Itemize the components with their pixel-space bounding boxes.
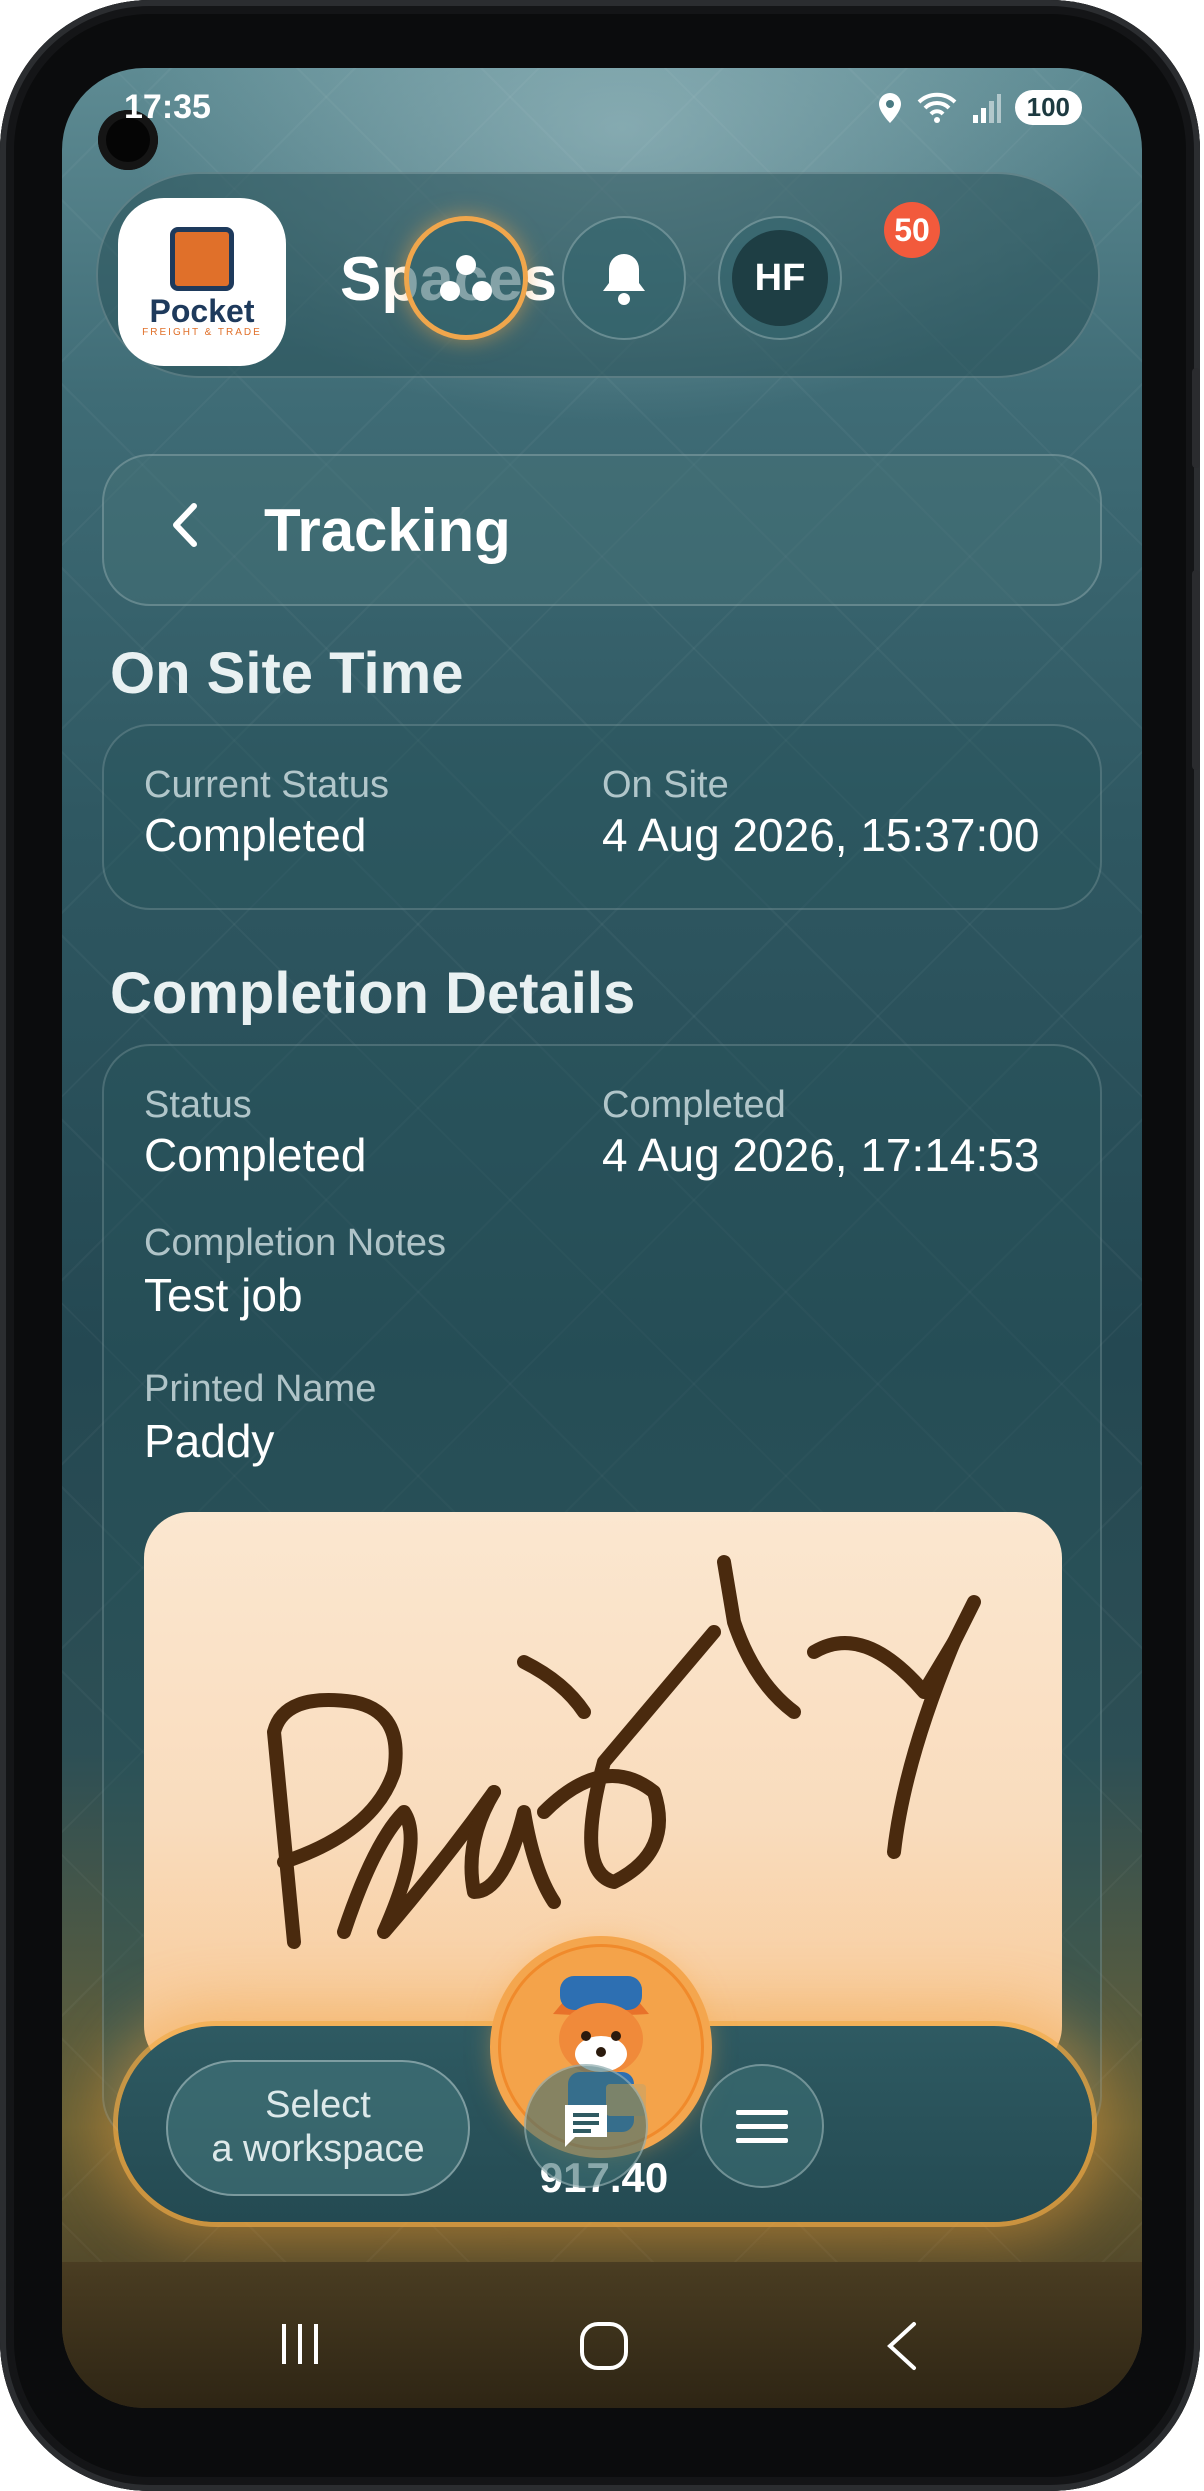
menu-button[interactable] (700, 2064, 824, 2188)
chat-button[interactable] (524, 2064, 648, 2188)
on-site-value: 4 Aug 2026, 15:37:00 (602, 809, 1040, 861)
power-button (1192, 570, 1200, 770)
printed-name-label: Printed Name (144, 1368, 377, 1410)
signal-icon (972, 93, 1001, 123)
menu-icon (736, 2110, 788, 2143)
completion-notes-label: Completion Notes (144, 1222, 447, 1264)
logo-subtext: FREIGHT & TRADE (142, 326, 262, 338)
back-icon[interactable] (882, 2320, 922, 2377)
completed-value: 4 Aug 2026, 17:14:53 (602, 1129, 1040, 1181)
status-time: 17:35 (124, 88, 211, 126)
battery-level: 100 (1014, 90, 1082, 125)
location-icon (878, 92, 901, 123)
completed-label: Completed (602, 1084, 786, 1126)
completion-notes-value: Test job (144, 1269, 303, 1321)
back-chevron-icon[interactable] (170, 498, 200, 563)
bell-icon (603, 254, 645, 305)
current-status-value: Completed (144, 809, 367, 861)
status-label: Status (144, 1084, 252, 1126)
current-status-label: Current Status (144, 764, 389, 806)
printed-name-value: Paddy (144, 1415, 275, 1467)
tracking-bar (102, 454, 1102, 606)
status-value: Completed (144, 1129, 367, 1181)
app-logo[interactable]: Pocket FREIGHT & TRADE (118, 198, 286, 366)
volume-button (1192, 368, 1200, 468)
on-site-label: On Site (602, 764, 729, 806)
home-icon[interactable] (578, 2320, 630, 2377)
completion-section-title: Completion Details (110, 961, 636, 1026)
spaces-button[interactable] (404, 216, 528, 340)
groups-icon (440, 255, 492, 301)
screen: 17:35 100 Pocket FREIGHT & TRADE Spaces … (62, 68, 1142, 2408)
notifications-button[interactable] (562, 216, 686, 340)
logo-text: Pocket (149, 292, 255, 329)
profile-button[interactable]: HF (718, 216, 842, 340)
tracking-title: Tracking (264, 497, 511, 564)
notification-badge: 50 (884, 202, 940, 258)
avatar: HF (732, 230, 828, 326)
recents-icon[interactable] (276, 2320, 324, 2373)
select-workspace-button[interactable]: Select a workspace (166, 2060, 470, 2196)
status-icons: 100 (877, 90, 1082, 125)
logo-box-icon (170, 226, 234, 291)
wifi-icon (917, 92, 956, 123)
on-site-section-title: On Site Time (110, 641, 464, 706)
phone-frame: 17:35 100 Pocket FREIGHT & TRADE Spaces … (0, 0, 1200, 2491)
chat-icon (565, 2105, 607, 2147)
